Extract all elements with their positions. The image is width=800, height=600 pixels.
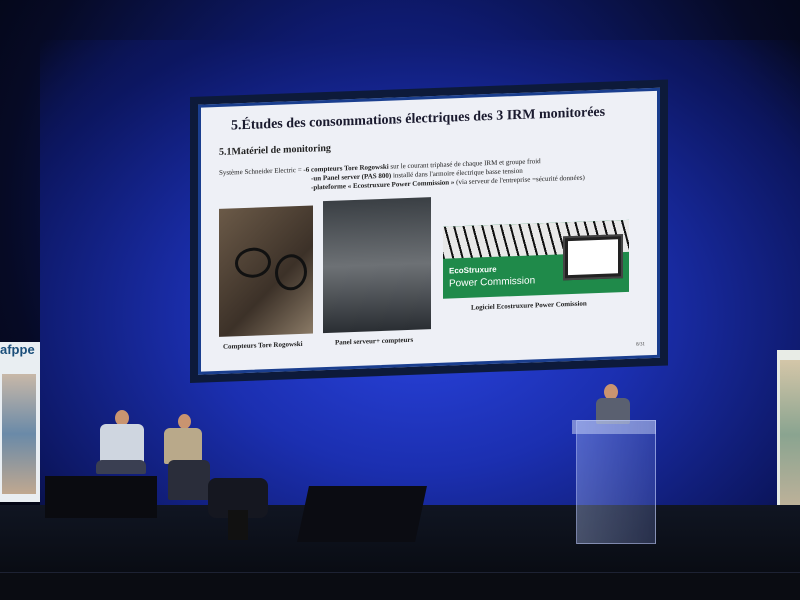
photo-ecostruxure-software: EcoStruxure Power Commission	[443, 219, 629, 299]
podium	[576, 420, 656, 544]
eco-product-text: Power Commission	[449, 275, 536, 290]
system-label: Système Schneider Electric =	[219, 165, 304, 177]
slide-subtitle: 5.1Matériel de monitoring	[219, 142, 331, 158]
banner-image	[2, 374, 36, 494]
photo-rogowski-coils	[219, 205, 313, 337]
slide-page-number: 8/31	[636, 342, 645, 348]
caption-photo-3: Logiciel Ecostruxure Power Comission	[471, 299, 587, 312]
caption-photo-1: Compteurs Tore Rogowski	[223, 339, 303, 351]
slide-title: 5.Études des consommations électriques d…	[231, 104, 606, 134]
monitor-icon	[563, 234, 623, 281]
caption-photo-2: Panel serveur+ compteurs	[335, 335, 414, 347]
projection-screen: 5.Études des consommations électriques d…	[190, 79, 668, 383]
floor-monitor	[297, 486, 427, 542]
right-banner	[777, 350, 800, 530]
coil-icon	[235, 247, 271, 279]
slide-body: Système Schneider Electric = -6 compteur…	[219, 156, 585, 196]
low-table	[45, 476, 157, 518]
coil-icon	[275, 253, 307, 291]
stage-light-stand	[228, 510, 248, 540]
slide: 5.Études des consommations électriques d…	[198, 87, 660, 375]
afppe-logo: afppe	[0, 342, 35, 357]
photo-panel-server	[323, 197, 431, 334]
eco-brand-text: EcoStruxure	[449, 264, 497, 276]
banner-image	[780, 360, 800, 510]
stage-edge	[0, 572, 800, 600]
left-banner: afppe	[0, 342, 40, 502]
conference-stage-photo: 5.Études des consommations électriques d…	[0, 0, 800, 600]
